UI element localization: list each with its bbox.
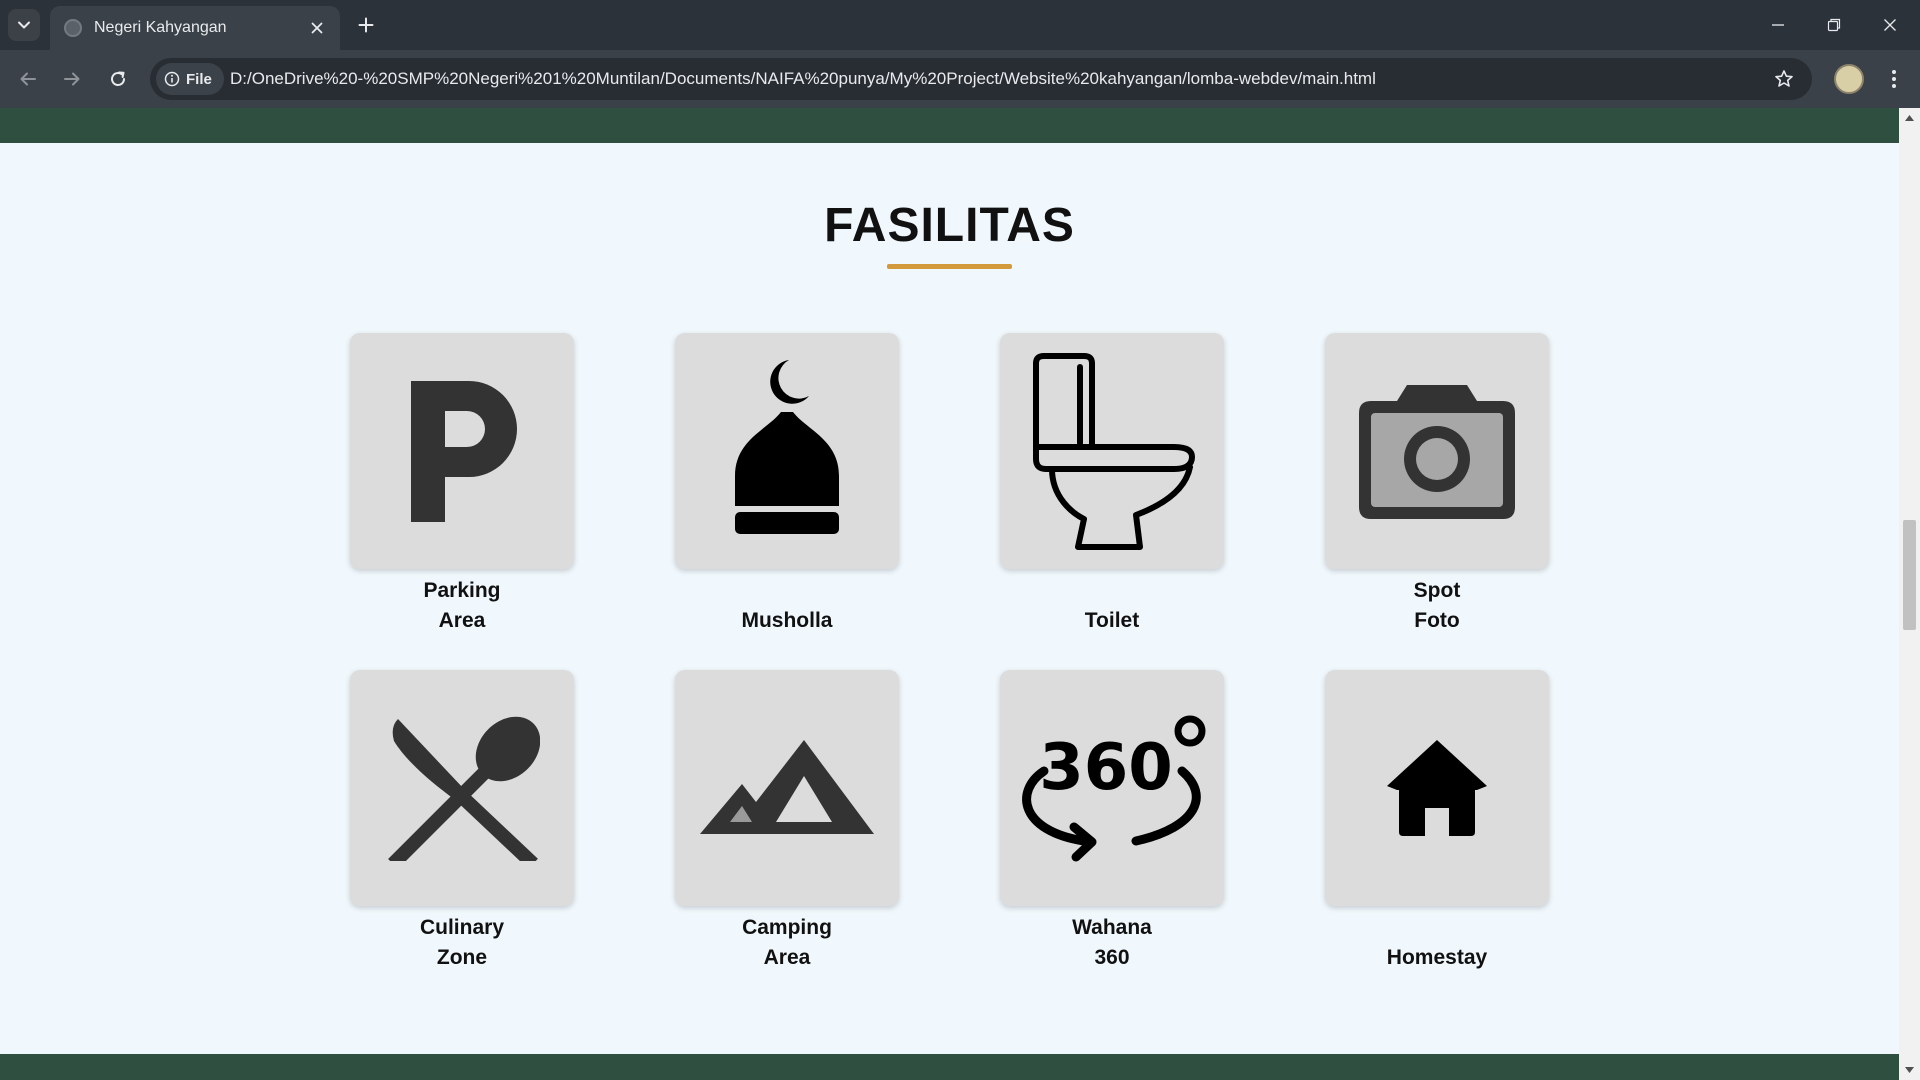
reload-icon xyxy=(111,71,125,86)
browser-tab[interactable]: Negeri Kahyangan xyxy=(50,6,340,50)
new-tab-button[interactable] xyxy=(352,11,380,39)
facility-label-wahana-360: Wahana 360 xyxy=(1000,913,1224,973)
facility-label-line1: Spot xyxy=(1413,579,1461,602)
next-section-band xyxy=(0,1054,1899,1080)
facility-card-toilet[interactable] xyxy=(1000,333,1224,569)
browser-toolbar: File D:/OneDrive%20-%20SMP%20Negeri%201%… xyxy=(0,50,1920,108)
facility-label-spot-foto: Spot Foto xyxy=(1325,576,1549,636)
facility-label-musholla: Musholla xyxy=(675,576,899,636)
tab-close-button[interactable] xyxy=(306,17,328,39)
rotate-360-icon: 360 xyxy=(1022,715,1206,862)
arrow-left-icon xyxy=(20,72,36,86)
previous-section-band xyxy=(0,108,1899,143)
minimize-button[interactable] xyxy=(1750,0,1806,50)
mosque-dome-icon xyxy=(735,360,839,534)
page-scrollbar[interactable] xyxy=(1899,108,1920,1080)
facility-label-homestay: Homestay xyxy=(1325,913,1549,973)
section-title: FASILITAS xyxy=(824,199,1075,252)
facility-label-line1 xyxy=(1000,576,1224,606)
facility-card-homestay[interactable] xyxy=(1325,670,1549,906)
scrollbar-thumb[interactable] xyxy=(1903,520,1916,630)
back-button[interactable] xyxy=(12,63,44,95)
tab-favicon-icon xyxy=(64,19,82,37)
toilet-icon xyxy=(1033,353,1195,550)
facility-card-culinary[interactable] xyxy=(350,670,574,906)
restore-button[interactable] xyxy=(1806,0,1862,50)
page-viewport: FASILITAS Parking Area Musholla Toilet S… xyxy=(0,108,1899,1080)
bookmark-button[interactable] xyxy=(1772,67,1796,91)
url-text[interactable]: D:/OneDrive%20-%20SMP%20Negeri%201%20Mun… xyxy=(230,58,1750,100)
profile-avatar[interactable] xyxy=(1834,64,1864,94)
close-icon xyxy=(311,22,323,34)
facility-label-line2: 360 xyxy=(1094,946,1130,969)
facility-label-line2: Musholla xyxy=(741,609,833,632)
star-icon xyxy=(1775,70,1793,87)
facility-label-line1: Culinary xyxy=(419,916,505,939)
facility-card-wahana-360[interactable]: 360 xyxy=(1000,670,1224,906)
facility-label-line1: Parking xyxy=(423,579,501,602)
more-vertical-icon xyxy=(1892,70,1896,88)
parking-icon xyxy=(411,380,517,522)
facility-label-line2: Toilet xyxy=(1084,609,1140,632)
house-icon xyxy=(1387,740,1487,836)
camera-icon xyxy=(1359,384,1515,519)
facility-label-culinary: Culinary Zone xyxy=(350,913,574,973)
facility-label-line1: Wahana xyxy=(1072,916,1152,939)
facility-label-line2: Homestay xyxy=(1386,946,1488,969)
facility-label-line1 xyxy=(675,576,899,606)
triangle-down-icon xyxy=(1905,1067,1914,1073)
browser-menu-button[interactable] xyxy=(1878,63,1910,95)
restore-icon xyxy=(1827,18,1841,32)
close-icon xyxy=(1884,19,1896,31)
facility-label-line2: Area xyxy=(438,609,486,632)
tab-search-button[interactable] xyxy=(8,9,40,41)
facility-label-line2: Zone xyxy=(436,946,488,969)
scroll-down-button[interactable] xyxy=(1899,1060,1920,1080)
browser-tab-bar: Negeri Kahyangan xyxy=(0,0,1920,50)
facility-label-camping: Camping Area xyxy=(675,913,899,973)
plus-icon xyxy=(358,17,374,33)
arrow-right-icon xyxy=(64,72,80,86)
site-info-label: File xyxy=(186,70,212,88)
title-underline xyxy=(887,264,1012,269)
triangle-up-icon xyxy=(1905,115,1914,121)
facility-label-line1: Camping xyxy=(742,916,832,939)
close-window-button[interactable] xyxy=(1862,0,1918,50)
mountain-icon xyxy=(700,740,874,834)
facility-card-musholla[interactable] xyxy=(675,333,899,569)
facility-card-parking[interactable] xyxy=(350,333,574,569)
facility-label-parking: Parking Area xyxy=(350,576,574,636)
facility-label-toilet: Toilet xyxy=(1000,576,1224,636)
facility-label-line2: Foto xyxy=(1414,609,1460,632)
facility-card-camping[interactable] xyxy=(675,670,899,906)
facility-card-spot-foto[interactable] xyxy=(1325,333,1549,569)
minimize-icon xyxy=(1772,24,1784,26)
tab-title: Negeri Kahyangan xyxy=(94,19,227,36)
reload-button[interactable] xyxy=(102,63,134,95)
forward-button[interactable] xyxy=(56,63,88,95)
chevron-down-icon xyxy=(18,21,30,29)
facility-label-line1 xyxy=(1325,913,1549,943)
site-info-chip[interactable]: File xyxy=(156,63,224,95)
info-icon xyxy=(164,71,180,87)
spoon-knife-icon xyxy=(388,716,540,861)
svg-text:360: 360 xyxy=(1039,731,1173,805)
address-bar[interactable]: File D:/OneDrive%20-%20SMP%20Negeri%201%… xyxy=(150,58,1812,100)
facility-label-line2: Area xyxy=(763,946,811,969)
scroll-up-button[interactable] xyxy=(1899,108,1920,128)
